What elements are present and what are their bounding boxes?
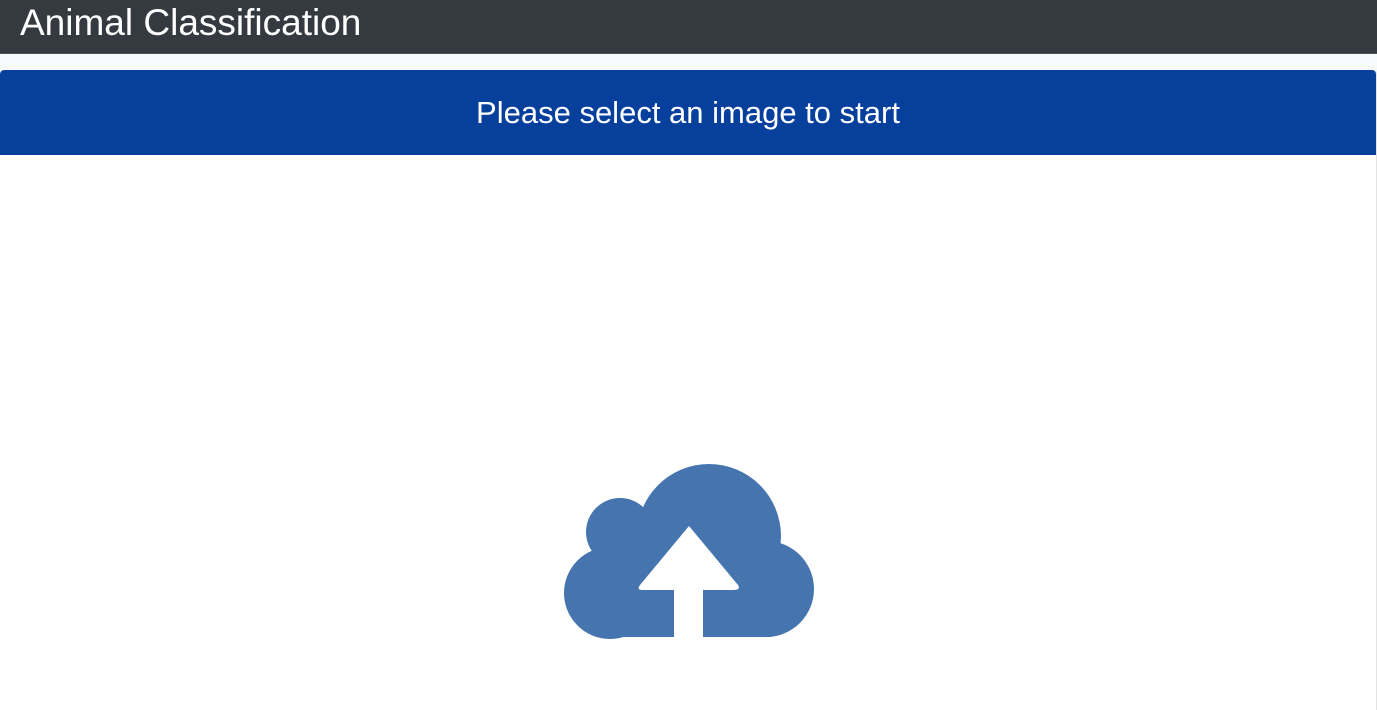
top-navbar: Animal Classification [0, 0, 1377, 54]
image-upload-dropzone[interactable] [0, 155, 1376, 710]
upload-card: Please select an image to start [0, 70, 1377, 710]
card-header: Please select an image to start [0, 70, 1376, 155]
app-title: Animal Classification [20, 2, 362, 43]
card-header-text: Please select an image to start [476, 95, 900, 130]
cloud-upload-icon[interactable] [563, 463, 815, 639]
